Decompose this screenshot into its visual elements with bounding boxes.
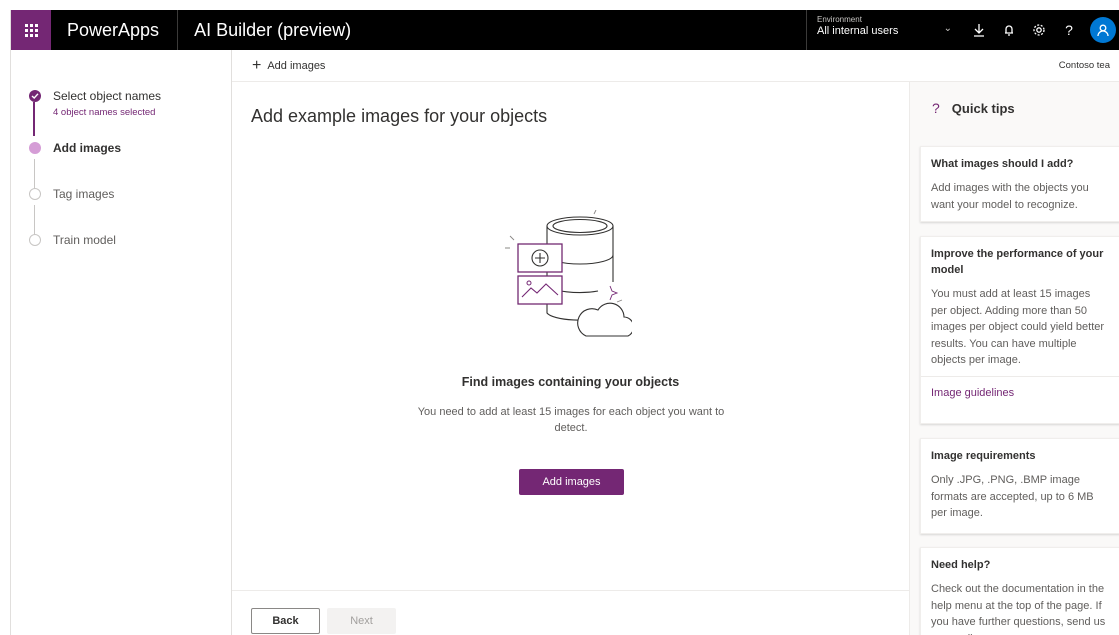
gear-icon[interactable]	[1024, 10, 1054, 50]
tip-card-body: You must add at least 15 images per obje…	[931, 288, 1105, 366]
product-title: AI Builder (preview)	[194, 19, 352, 40]
tip-card-title: Improve the performance of your model	[931, 248, 1104, 276]
waffle-icon[interactable]	[11, 10, 51, 50]
tip-card-title: Image requirements	[931, 450, 1036, 462]
quick-tips-panel: ? Quick tips What images should I add? A…	[909, 82, 1119, 635]
environment-picker[interactable]: Environment All internal users ⌄	[806, 10, 964, 50]
top-bar: PowerApps AI Builder (preview) Environme…	[11, 10, 1119, 50]
database-images-illustration-icon	[505, 210, 632, 337]
wizard-footer: Back Next	[232, 590, 909, 635]
step-connector	[33, 102, 35, 136]
help-icon[interactable]: ?	[1054, 10, 1084, 50]
page-title: Add example images for your objects	[251, 106, 548, 126]
add-images-button[interactable]: Add images	[519, 469, 624, 495]
command-bar: + Add images Contoso tea	[232, 50, 1119, 82]
tip-card-body: Only .JPG, .PNG, .BMP image formats are …	[931, 474, 1094, 519]
empty-state-description: You need to add at least 15 images for e…	[417, 406, 725, 434]
step-connector	[34, 159, 35, 189]
plus-icon: +	[252, 56, 262, 74]
step-indicator	[29, 234, 41, 246]
tip-card: Need help? Check out the documentation i…	[920, 547, 1119, 635]
active-step-indicator	[29, 142, 41, 154]
add-images-command[interactable]: + Add images	[252, 56, 326, 74]
quick-tips-title: Quick tips	[951, 100, 1015, 116]
step-label: Add images	[53, 141, 122, 155]
empty-state-title: Find images containing your objects	[461, 375, 680, 389]
add-images-command-label: Add images	[267, 59, 326, 72]
step-connector	[34, 205, 35, 235]
step-label: Select object names	[53, 89, 162, 103]
checkmark-icon	[29, 90, 41, 102]
tip-card-title: Need help?	[931, 559, 991, 571]
tip-card-body: Add images with the objects you want you…	[931, 182, 1089, 211]
app-name[interactable]: PowerApps	[51, 10, 179, 50]
app-frame: PowerApps AI Builder (preview) Environme…	[10, 10, 1119, 635]
chevron-down-icon: ⌄	[943, 23, 952, 34]
step-label: Tag images	[53, 187, 115, 201]
bell-icon[interactable]	[994, 10, 1024, 50]
quick-tips-header: ? Quick tips	[932, 100, 1015, 116]
tip-card: Improve the performance of your model Yo…	[920, 236, 1119, 424]
step-sublabel: 4 object names selected	[53, 107, 156, 118]
question-icon: ?	[932, 100, 940, 116]
main-content: Add example images for your objects Find…	[232, 82, 909, 635]
back-button[interactable]: Back	[251, 608, 320, 634]
tip-card-body: Check out the documentation in the help …	[931, 583, 1106, 635]
environment-value: All internal users	[817, 25, 899, 37]
user-icon[interactable]	[1090, 17, 1116, 43]
download-icon[interactable]	[964, 10, 994, 50]
step-indicator	[29, 188, 41, 200]
tip-card-title: What images should I add?	[931, 158, 1074, 170]
tenant-name: Contoso tea	[1058, 60, 1110, 71]
step-label: Train model	[53, 233, 116, 247]
next-button[interactable]: Next	[327, 608, 396, 634]
tip-card: What images should I add? Add images wit…	[920, 146, 1119, 222]
wizard-stepper: Select object names 4 object names selec…	[11, 50, 232, 635]
image-guidelines-link[interactable]: Image guidelines	[921, 375, 1119, 405]
environment-label: Environment	[817, 15, 862, 24]
tip-card: Image requirements Only .JPG, .PNG, .BMP…	[920, 438, 1119, 534]
